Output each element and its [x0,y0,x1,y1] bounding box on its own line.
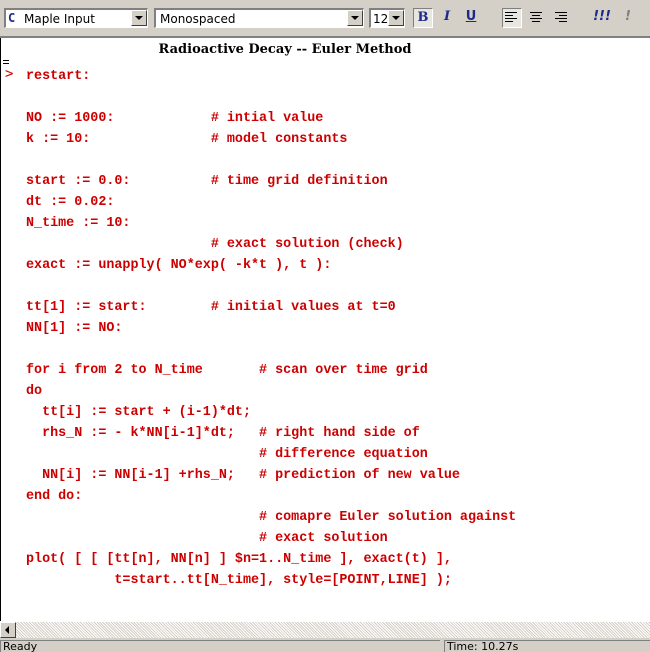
code-line: start := 0.0: # time grid definition [26,174,388,189]
code-line: exact := unapply( NO*exp( -k*t ), t ): [26,258,332,273]
status-text: Ready [0,640,440,652]
code-line: for i from 2 to N_time # scan over time … [26,363,428,378]
execute-button[interactable]: ! [618,8,638,28]
code-line: tt[i] := start + (i-1)*dt; [26,405,251,420]
worksheet-title: Radioactive Decay -- Euler Method [158,42,412,57]
code-line: NN[i] := NN[i-1] +rhs_N; # prediction of… [26,468,460,483]
chevron-down-icon[interactable] [388,10,404,26]
status-bar: Ready Time: 10.27s [0,638,650,652]
italic-button[interactable]: I [437,8,457,28]
toolbar: C Maple Input Monospaced 12 B I U !!! ! [0,0,650,37]
code-line: N_time := 10: [26,216,131,231]
code-line: tt[1] := start: # initial values at t=0 [26,300,396,315]
code-line: rhs_N := - k*NN[i-1]*dt; # right hand si… [26,426,420,441]
execute-worksheet-button[interactable]: !!! [590,8,614,28]
code-line: # exact solution (check) [26,237,404,252]
code-line: do [26,384,43,399]
align-left-button[interactable] [502,8,522,28]
align-center-icon [530,12,544,24]
align-center-button[interactable] [527,8,547,28]
bold-button[interactable]: B [413,8,433,28]
code-line: NN[1] := NO: [26,321,123,336]
scrollbar-track[interactable] [16,622,650,638]
code-line: plot( [ [ [tt[n], NN[n] ] $n=1..N_time ]… [26,552,452,567]
chevron-down-icon[interactable] [347,10,363,26]
align-left-icon [505,12,519,24]
font-size-select[interactable]: 12 [369,8,405,28]
chevron-down-icon[interactable] [131,10,147,26]
code-line: k := 10: # model constants [26,132,348,147]
code-line: t=start..tt[N_time], style=[POINT,LINE] … [26,573,452,588]
style-select[interactable]: C Maple Input [4,8,148,28]
underline-button[interactable]: U [461,8,481,28]
maple-input-region[interactable]: restart: NO := 1000: # intial value k := … [26,66,516,591]
section-marker-icon [3,60,9,64]
font-select[interactable]: Monospaced [154,8,364,28]
scroll-left-button[interactable] [0,622,16,638]
worksheet[interactable]: Radioactive Decay -- Euler Method > rest… [0,37,650,622]
code-line: # difference equation [26,447,428,462]
code-line: NO := 1000: # intial value [26,111,324,126]
code-line: end do: [26,489,83,504]
align-right-icon [555,12,569,24]
code-line: restart: [26,69,91,84]
code-line: # exact solution [26,531,388,546]
time-readout: Time: 10.27s [444,640,650,652]
maple-input-style-icon: C [8,11,16,25]
align-right-button[interactable] [552,8,572,28]
input-prompt: > [5,66,14,82]
style-select-value: Maple Input [24,12,95,26]
font-size-value: 12 [373,12,389,26]
execution-group-bracket [0,38,3,622]
horizontal-scrollbar[interactable] [0,621,650,638]
code-line: # comapre Euler solution against [26,510,517,525]
code-line: dt := 0.02: [26,195,115,210]
font-select-value: Monospaced [160,12,236,26]
